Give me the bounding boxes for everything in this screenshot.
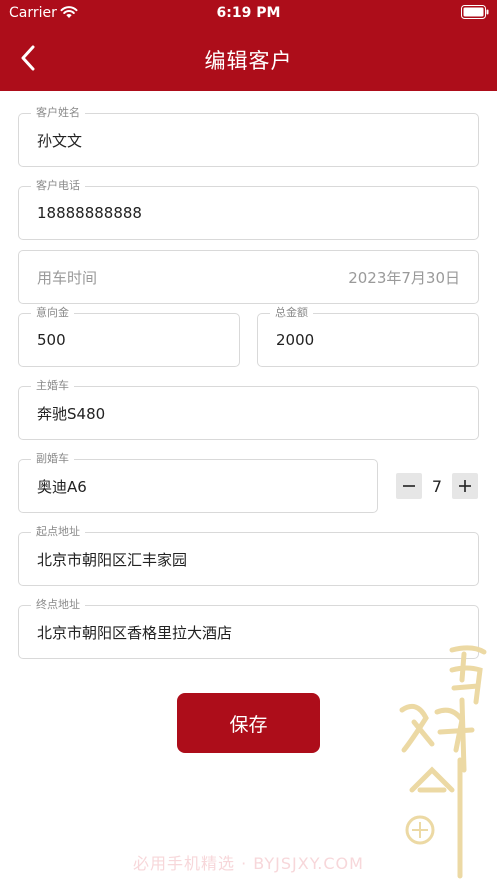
total-amount-field[interactable]: 总金额 2000 bbox=[257, 306, 479, 367]
status-time: 6:19 PM bbox=[216, 5, 281, 21]
battery-icon bbox=[461, 5, 489, 19]
save-button[interactable]: 保存 bbox=[177, 693, 320, 753]
secondary-car-field[interactable]: 副婚车 奥迪A6 bbox=[18, 452, 378, 513]
plus-icon bbox=[459, 480, 471, 492]
page-title: 编辑客户 bbox=[204, 49, 293, 73]
app-header: Carrier 6:19 PM 编辑客户 bbox=[0, 0, 497, 91]
end-address-value: 北京市朝阳区香格里拉大酒店 bbox=[37, 623, 233, 642]
watermark-text: 必用手机精选 · BYJSJXY.COM bbox=[133, 854, 364, 873]
minus-icon bbox=[403, 485, 415, 487]
customer-phone-value: 18888888888 bbox=[37, 204, 142, 222]
decrement-button[interactable] bbox=[396, 473, 422, 499]
deposit-value: 500 bbox=[37, 331, 66, 349]
start-address-value: 北京市朝阳区汇丰家园 bbox=[37, 550, 188, 569]
deposit-field[interactable]: 意向金 500 bbox=[18, 306, 240, 367]
main-car-value: 奔驰S480 bbox=[37, 404, 106, 423]
start-address-field[interactable]: 起点地址 北京市朝阳区汇丰家园 bbox=[18, 525, 479, 586]
secondary-car-value: 奥迪A6 bbox=[37, 477, 87, 496]
customer-phone-field[interactable]: 客户电话 18888888888 bbox=[18, 179, 479, 240]
increment-button[interactable] bbox=[452, 473, 478, 499]
use-time-value: 2023年7月30日 bbox=[348, 268, 460, 287]
customer-name-field[interactable]: 客户姓名 孙文文 bbox=[18, 106, 479, 167]
calligraphy-emblem-icon bbox=[399, 645, 487, 879]
use-time-placeholder: 用车时间 bbox=[37, 268, 98, 287]
main-car-field[interactable]: 主婚车 奔驰S480 bbox=[18, 379, 479, 440]
customer-name-value: 孙文文 bbox=[37, 131, 83, 150]
total-amount-value: 2000 bbox=[276, 331, 315, 349]
secondary-car-quantity: 7 bbox=[431, 476, 443, 496]
use-time-field[interactable]: 用车时间 2023年7月30日 bbox=[18, 250, 479, 304]
status-bar: Carrier 6:19 PM bbox=[0, 0, 497, 28]
